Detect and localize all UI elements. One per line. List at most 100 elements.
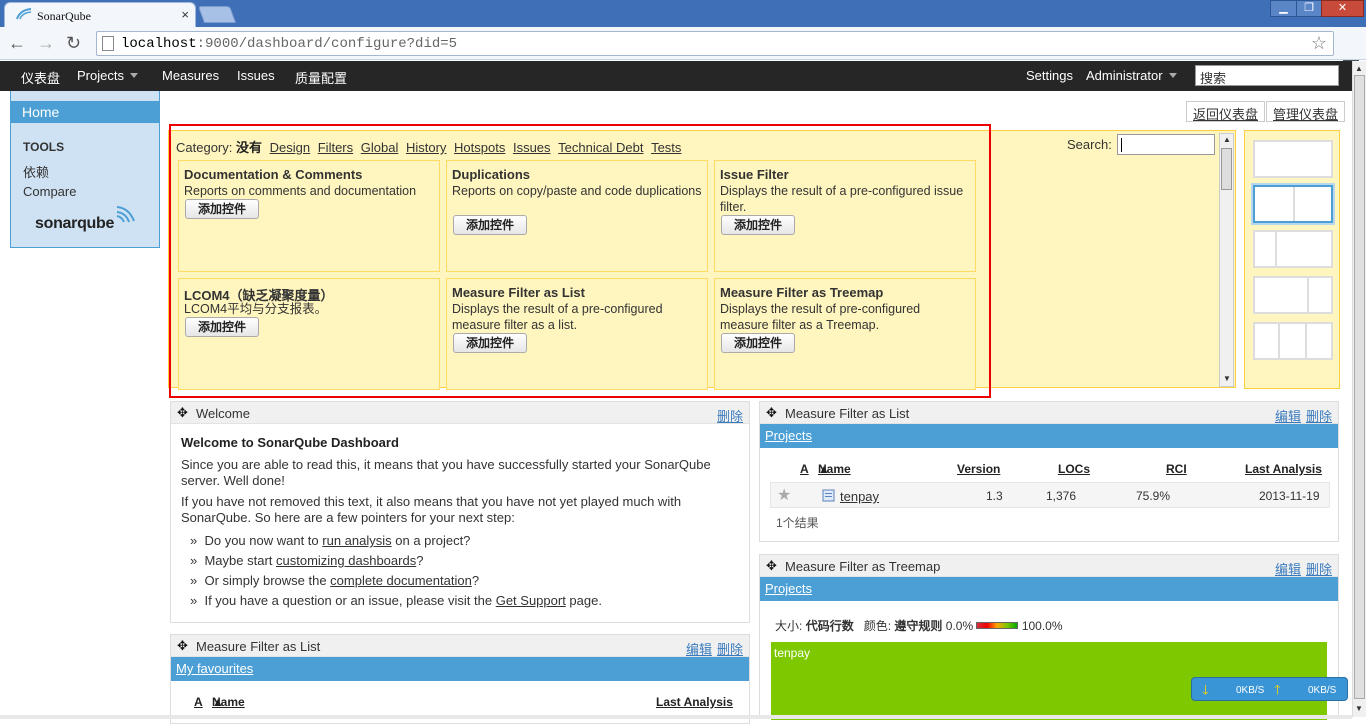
network-speed-widget[interactable]: 🡓 0KB/S 🡑 0KB/S xyxy=(1191,677,1348,701)
welcome-paragraph: Since you are able to read this, it mean… xyxy=(181,457,711,488)
layout-three-columns[interactable] xyxy=(1253,322,1333,360)
delete-widget-link[interactable]: 删除 xyxy=(717,642,743,657)
layout-picker xyxy=(1244,130,1340,389)
get-support-link[interactable]: Get Support xyxy=(496,593,566,608)
nav-quality-profiles[interactable]: 质量配置 xyxy=(295,68,347,87)
list-item: » If you have a question or an issue, pl… xyxy=(190,593,602,608)
project-icon xyxy=(822,489,835,502)
horizontal-scrollbar[interactable] xyxy=(0,715,1352,719)
cell-version: 1.3 xyxy=(986,489,1003,503)
back-icon[interactable]: ← xyxy=(8,33,26,54)
move-icon[interactable]: ✥ xyxy=(766,558,777,574)
move-icon[interactable]: ✥ xyxy=(177,405,188,421)
catalog-search-input[interactable] xyxy=(1117,134,1215,155)
nav-settings[interactable]: Settings xyxy=(1026,68,1073,83)
sonarqube-logo: sonarqube xyxy=(35,206,135,233)
move-icon[interactable]: ✥ xyxy=(177,638,188,654)
delete-widget-link[interactable]: 删除 xyxy=(1306,562,1332,577)
layout-two-columns-left-narrow[interactable] xyxy=(1253,230,1333,268)
browser-tab[interactable]: SonarQube × xyxy=(4,2,196,27)
nav-projects[interactable]: Projects xyxy=(77,68,138,83)
column-alert[interactable]: A xyxy=(194,695,203,709)
chevron-down-icon xyxy=(129,73,138,78)
page-icon xyxy=(102,36,114,51)
customizing-dashboards-link[interactable]: customizing dashboards xyxy=(276,553,416,568)
column-locs[interactable]: LOCs xyxy=(1058,462,1090,476)
filter-link[interactable]: Projects xyxy=(765,428,812,443)
column-alert[interactable]: A xyxy=(800,462,809,476)
sidebar-section-tools: TOOLS xyxy=(23,140,65,154)
page-scrollbar[interactable]: ▲ ▼ xyxy=(1352,61,1366,717)
forward-icon[interactable]: → xyxy=(37,33,55,54)
sidebar-item-compare[interactable]: Compare xyxy=(23,184,76,199)
widget-header-title: Measure Filter as List xyxy=(785,406,910,421)
column-rci[interactable]: RCI xyxy=(1166,462,1187,476)
complete-documentation-link[interactable]: complete documentation xyxy=(330,573,472,588)
edit-widget-link[interactable]: 编辑 xyxy=(1275,562,1301,577)
favourite-star-icon[interactable]: ★ xyxy=(777,485,791,505)
minimize-button[interactable]: ▁ xyxy=(1270,0,1297,17)
new-tab-button[interactable] xyxy=(197,6,237,23)
close-window-button[interactable]: ✕ xyxy=(1321,0,1364,17)
catalog-scrollbar[interactable]: ▲ ▼ xyxy=(1219,133,1234,387)
table-row: ★ tenpay 1.3 1,376 75.9% 2013-11-19 xyxy=(770,482,1330,508)
top-navbar: 仪表盘 Projects Measures Issues 质量配置 Settin… xyxy=(0,61,1352,91)
nav-issues[interactable]: Issues xyxy=(237,68,275,83)
scrollbar-thumb[interactable] xyxy=(1221,148,1232,190)
tab-close-icon[interactable]: × xyxy=(181,7,189,22)
result-count: 1个结果 xyxy=(776,516,819,530)
scroll-down-icon[interactable]: ▼ xyxy=(1355,704,1363,713)
edit-widget-link[interactable]: 编辑 xyxy=(686,642,712,657)
dashboard-top-actions: 返回仪表盘 管理仪表盘 xyxy=(1185,101,1346,122)
column-last-analysis[interactable]: Last Analysis xyxy=(1245,462,1322,476)
reload-icon[interactable]: ↻ xyxy=(66,33,81,54)
tab-title: SonarQube xyxy=(37,9,91,23)
delete-widget-link[interactable]: 删除 xyxy=(717,409,743,424)
cell-last-analysis: 2013-11-19 xyxy=(1259,489,1320,503)
filter-link[interactable]: My favourites xyxy=(176,661,253,676)
browser-tab-strip: SonarQube × ▁ ❐ ✕ xyxy=(0,0,1366,27)
widget-header[interactable]: ✥ Welcome 删除 xyxy=(171,402,749,424)
nav-user-menu[interactable]: Administrator xyxy=(1086,68,1177,83)
column-last-analysis[interactable]: Last Analysis xyxy=(656,695,733,709)
back-to-dashboard-button[interactable]: 返回仪表盘 xyxy=(1186,101,1266,122)
upload-speed: 0KB/S xyxy=(1308,685,1337,696)
move-icon[interactable]: ✥ xyxy=(766,405,777,421)
project-name-link[interactable]: tenpay xyxy=(840,489,879,504)
column-version[interactable]: Version xyxy=(957,462,1000,476)
manage-dashboards-button[interactable]: 管理仪表盘 xyxy=(1266,101,1346,122)
list-item: » Or simply browse the complete document… xyxy=(190,573,480,588)
sidebar: Home TOOLS 依赖 Compare sonarqube xyxy=(10,91,160,248)
nav-measures[interactable]: Measures xyxy=(162,68,219,83)
layout-two-columns-equal[interactable] xyxy=(1253,185,1333,223)
widget-header[interactable]: ✥ Measure Filter as List 编辑 删除 xyxy=(171,635,749,657)
global-search-input[interactable]: 搜索 xyxy=(1195,65,1339,86)
run-analysis-link[interactable]: run analysis xyxy=(322,533,391,548)
layout-two-columns-right-narrow[interactable] xyxy=(1253,276,1333,314)
column-name[interactable]: Name ▲ xyxy=(212,695,245,709)
scroll-up-icon[interactable]: ▲ xyxy=(1223,135,1231,144)
highlight-annotation-box xyxy=(169,124,991,398)
address-bar[interactable]: localhost:9000/dashboard/configure?did=5… xyxy=(96,31,1334,56)
sidebar-item-home[interactable]: Home xyxy=(11,101,159,123)
bookmark-star-icon[interactable]: ☆ xyxy=(1311,33,1327,54)
widget-header-title: Measure Filter as List xyxy=(196,639,321,654)
layout-one-column[interactable] xyxy=(1253,140,1333,178)
treemap-legend: 大小: 代码行数 颜色: 遵守规则 0.0% 100.0% xyxy=(775,619,1063,633)
measure-filter-list-widget: ✥ Measure Filter as List 编辑 删除 Projects A… xyxy=(759,401,1339,542)
sidebar-item-dependencies[interactable]: 依赖 xyxy=(23,162,49,181)
scrollbar-thumb[interactable] xyxy=(1354,75,1365,699)
download-arrow-icon: 🡓 xyxy=(1202,682,1209,697)
url-text: localhost:9000/dashboard/configure?did=5 xyxy=(121,36,458,52)
scroll-down-icon[interactable]: ▼ xyxy=(1223,374,1231,383)
scroll-up-icon[interactable]: ▲ xyxy=(1355,64,1363,73)
color-gradient-bar xyxy=(976,622,1019,629)
column-name[interactable]: Name ▲ xyxy=(818,462,851,476)
delete-widget-link[interactable]: 删除 xyxy=(1306,409,1332,424)
widget-header[interactable]: ✥ Measure Filter as List 编辑 删除 xyxy=(760,402,1338,424)
nav-dashboards[interactable]: 仪表盘 xyxy=(21,68,60,87)
widget-header[interactable]: ✥ Measure Filter as Treemap 编辑 删除 xyxy=(760,555,1338,577)
maximize-button[interactable]: ❐ xyxy=(1296,0,1322,17)
filter-link[interactable]: Projects xyxy=(765,581,812,596)
edit-widget-link[interactable]: 编辑 xyxy=(1275,409,1301,424)
